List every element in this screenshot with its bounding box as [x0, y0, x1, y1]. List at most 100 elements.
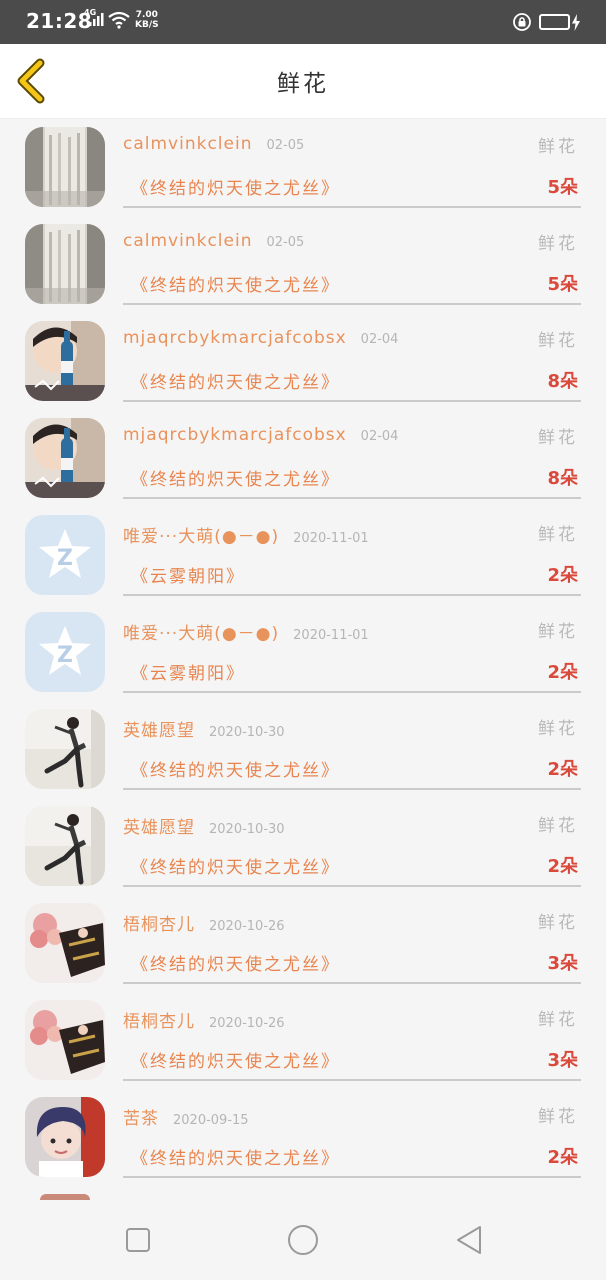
work-title[interactable]: 《终结的炽天使之尤丝》 [131, 174, 340, 199]
flower-count: 3朵 [547, 1050, 578, 1071]
gift-type: 鲜花 [538, 525, 578, 545]
flower-count: 8朵 [547, 468, 578, 489]
record-date: 2020-10-30 [209, 822, 285, 837]
circle-icon[interactable] [287, 1224, 319, 1256]
flower-record-list: calmvinkclein 02-05 鲜花 《终结的炽天使之尤丝》 5朵 calmvin… [0, 118, 606, 1200]
record-date: 2020-10-30 [209, 725, 285, 740]
network-speed: 7.00 KB/S [135, 10, 159, 30]
record-date: 02-04 [360, 332, 399, 347]
gift-type: 鲜花 [538, 719, 578, 739]
square-icon[interactable] [125, 1227, 151, 1253]
work-title[interactable]: 《终结的炽天使之尤丝》 [131, 950, 340, 975]
username: 梧桐杏儿 2020-10-26 [123, 1007, 285, 1032]
speed-value: 7.00 [135, 10, 158, 20]
username-text: 苦茶 [123, 1109, 159, 1129]
speed-unit: KB/S [135, 20, 159, 30]
avatar[interactable] [25, 224, 105, 304]
avatar[interactable]: Z [25, 515, 105, 595]
record-date: 02-05 [266, 138, 305, 153]
work-title[interactable]: 《终结的炽天使之尤丝》 [131, 853, 340, 878]
signal-icon [89, 13, 104, 26]
username-text: mjaqrcbykmarcjafcobsx [123, 425, 347, 445]
avatar[interactable]: Z [25, 612, 105, 692]
avatar[interactable] [25, 321, 105, 401]
flower-count: 2朵 [547, 759, 578, 780]
list-item[interactable]: mjaqrcbykmarcjafcobsx 02-04 鲜花 《终结的炽天使之尤丝》 8… [0, 409, 606, 506]
avatar[interactable] [25, 1000, 105, 1080]
divider [123, 303, 581, 305]
gift-type: 鲜花 [538, 331, 578, 351]
flower-count: 5朵 [547, 274, 578, 295]
username: 唯爱···大萌(●－●) 2020-11-01 [123, 522, 369, 547]
list-item[interactable]: 苦茶 2020-09-15 鲜花 《终结的炽天使之尤丝》 2朵 [0, 1088, 606, 1185]
flower-count: 8朵 [547, 371, 578, 392]
record-date: 2020-11-01 [293, 628, 369, 643]
work-title[interactable]: 《终结的炽天使之尤丝》 [131, 756, 340, 781]
username: 梧桐杏儿 2020-10-26 [123, 910, 285, 935]
username-text: 唯爱···大萌(●－●) [123, 624, 280, 644]
avatar[interactable] [25, 709, 105, 789]
username: 英雄愿望 2020-10-30 [123, 813, 285, 838]
username-text: calmvinkclein [123, 231, 253, 251]
username: 英雄愿望 2020-10-30 [123, 716, 285, 741]
svg-text:Z: Z [57, 546, 73, 571]
divider [123, 691, 581, 693]
battery-percent: 63 [546, 15, 563, 28]
list-item[interactable]: 梧桐杏儿 2020-10-26 鲜花 《终结的炽天使之尤丝》 3朵 [0, 894, 606, 991]
divider [123, 497, 581, 499]
record-date: 2020-11-01 [293, 531, 369, 546]
work-title[interactable]: 《云雾朝阳》 [131, 659, 245, 684]
gift-type: 鲜花 [538, 816, 578, 836]
work-title[interactable]: 《云雾朝阳》 [131, 562, 245, 587]
avatar[interactable] [25, 1097, 105, 1177]
gift-type: 鲜花 [538, 234, 578, 254]
list-item[interactable]: mjaqrcbykmarcjafcobsx 02-04 鲜花 《终结的炽天使之尤丝》 8… [0, 312, 606, 409]
list-item[interactable]: calmvinkclein 02-05 鲜花《终结的炽天使之尤丝》 5朵 [0, 215, 606, 312]
divider [123, 1079, 581, 1081]
list-item[interactable]: 梧桐杏儿 2020-10-26 鲜花《终结的炽天使之尤丝》 3朵 [0, 991, 606, 1088]
gift-type: 鲜花 [538, 622, 578, 642]
flower-count: 5朵 [547, 177, 578, 198]
avatar[interactable] [25, 418, 105, 498]
username-text: 梧桐杏儿 [123, 1012, 195, 1032]
flower-count: 2朵 [547, 565, 578, 586]
work-title[interactable]: 《终结的炽天使之尤丝》 [131, 368, 340, 393]
gift-type: 鲜花 [538, 1010, 578, 1030]
page-title: 鲜花 [277, 71, 329, 97]
divider [123, 788, 581, 790]
work-title[interactable]: 《终结的炽天使之尤丝》 [131, 271, 340, 296]
username: calmvinkclein 02-05 [123, 231, 304, 251]
record-date: 2020-10-26 [209, 919, 285, 934]
divider [123, 400, 581, 402]
username-text: calmvinkclein [123, 134, 253, 154]
svg-text:Z: Z [57, 643, 73, 668]
list-item[interactable]: Z 唯爱···大萌(●－●) 2020-11-01 鲜花《云雾朝阳》 2朵 [0, 506, 606, 603]
username-text: 唯爱···大萌(●－●) [123, 527, 280, 547]
battery-icon: 63 [539, 14, 570, 30]
list-item[interactable]: calmvinkclein 02-05 鲜花 《终结的炽天使之尤丝》 5朵 [0, 118, 606, 215]
username: mjaqrcbykmarcjafcobsx 02-04 [123, 425, 398, 445]
record-date: 02-05 [266, 235, 305, 250]
username-text: 英雄愿望 [123, 721, 195, 741]
list-item[interactable]: 英雄愿望 2020-10-30 鲜花 《终结的炽天使之尤丝》 2朵 [0, 797, 606, 894]
list-item[interactable]: Z 唯爱···大萌(●－●) 2020-11-01 鲜花 《云雾朝阳》 2朵 [0, 603, 606, 700]
username-text: 梧桐杏儿 [123, 915, 195, 935]
avatar[interactable] [25, 127, 105, 207]
avatar[interactable] [25, 903, 105, 983]
gift-type: 鲜花 [538, 913, 578, 933]
charging-icon [572, 14, 580, 31]
work-title[interactable]: 《终结的炽天使之尤丝》 [131, 465, 340, 490]
divider [123, 885, 581, 887]
work-title[interactable]: 《终结的炽天使之尤丝》 [131, 1047, 340, 1072]
wifi-icon [108, 11, 130, 29]
system-nav-bar [0, 1200, 606, 1280]
list-item[interactable]: 英雄愿望 2020-10-30 鲜花《终结的炽天使之尤丝》 2朵 [0, 700, 606, 797]
username: 唯爱···大萌(●－●) 2020-11-01 [123, 619, 369, 644]
work-title[interactable]: 《终结的炽天使之尤丝》 [131, 1144, 340, 1169]
divider [123, 594, 581, 596]
record-date: 2020-09-15 [173, 1113, 249, 1128]
username: calmvinkclein 02-05 [123, 134, 304, 154]
triangle-back-icon[interactable] [455, 1224, 483, 1256]
avatar[interactable] [25, 806, 105, 886]
app-header: 鲜花 [0, 44, 606, 119]
